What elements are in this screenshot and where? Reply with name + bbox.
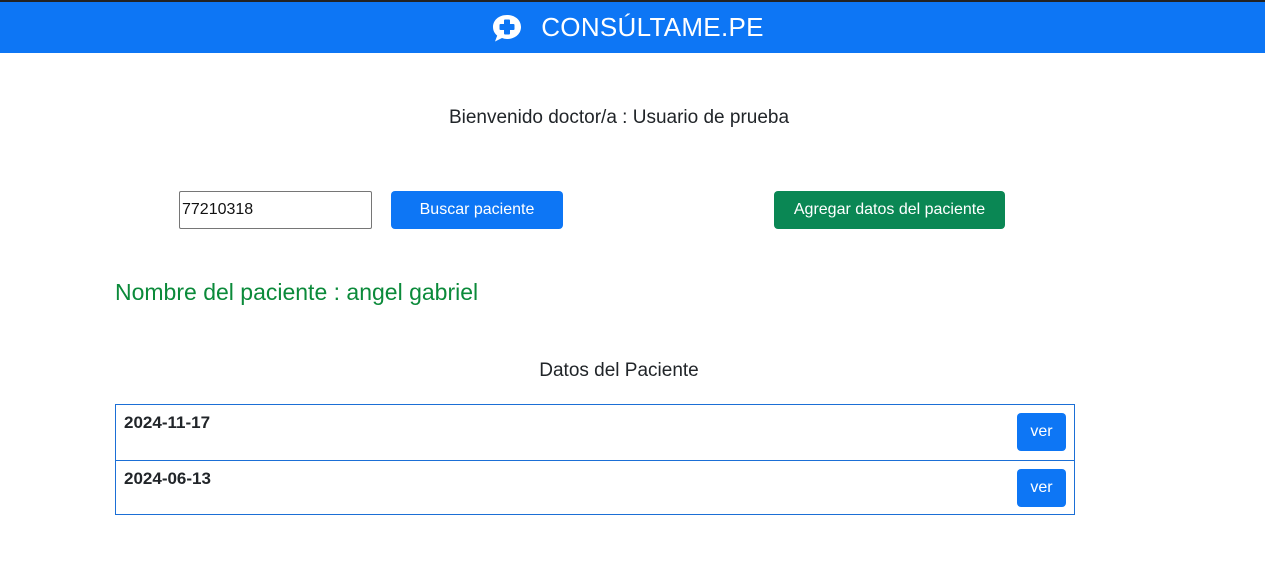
welcome-message: Bienvenido doctor/a : Usuario de prueba — [448, 107, 790, 128]
top-navbar: CONSÚLTAME.PE — [0, 2, 1265, 53]
search-patient-button[interactable]: Buscar paciente — [391, 191, 563, 229]
brand-name: CONSÚLTAME.PE — [541, 12, 764, 42]
view-record-button[interactable]: ver — [1017, 413, 1066, 451]
patient-search-input[interactable] — [179, 191, 372, 229]
view-record-button[interactable]: ver — [1017, 469, 1066, 507]
record-row: 2024-06-13 ver — [116, 460, 1074, 515]
record-date: 2024-06-13 — [124, 469, 211, 488]
patient-records-list: 2024-11-17 ver 2024-06-13 ver — [115, 404, 1075, 515]
record-date: 2024-11-17 — [124, 413, 211, 432]
record-row: 2024-11-17 ver — [116, 405, 1074, 460]
medical-chat-plus-icon — [493, 14, 522, 41]
section-title: Datos del Paciente — [539, 360, 699, 381]
brand[interactable]: CONSÚLTAME.PE — [491, 12, 764, 43]
patient-name: Nombre del paciente : angel gabriel — [115, 279, 479, 305]
add-patient-data-button[interactable]: Agregar datos del paciente — [774, 191, 1005, 229]
